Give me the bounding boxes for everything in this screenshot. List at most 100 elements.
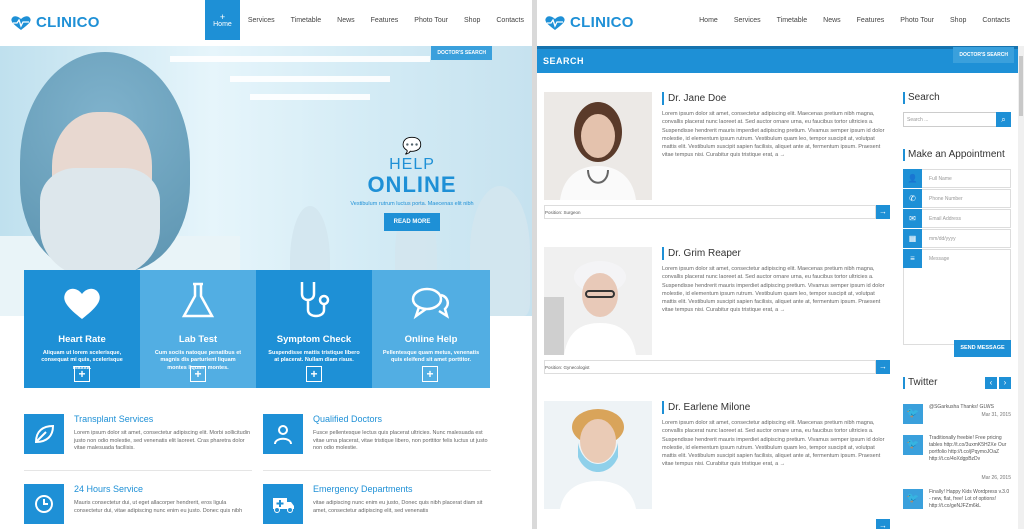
nav-contacts[interactable]: Contacts xyxy=(488,0,532,40)
nav-shop[interactable]: Shop xyxy=(456,0,488,40)
arrow-right-icon[interactable]: → xyxy=(876,519,890,529)
twitter-bird-icon: 🐦 xyxy=(903,435,923,455)
nav-contacts[interactable]: Contacts xyxy=(974,0,1018,40)
search-icon[interactable]: ⌕ xyxy=(996,112,1011,127)
chevron-left-icon[interactable]: ‹ xyxy=(985,377,997,389)
scrollbar[interactable] xyxy=(1018,46,1024,529)
doctor-position: Position: Gynecologist xyxy=(544,360,876,374)
logo[interactable]: CLINICO xyxy=(10,14,100,31)
doctors-search-tab[interactable]: DOCTOR'S SEARCH xyxy=(953,47,1014,63)
feature-heart-rate[interactable]: Heart Rate Aliquam ut lorem scelerisque,… xyxy=(24,270,140,388)
nav-home[interactable]: Home xyxy=(691,0,726,40)
tweet: 🐦 Finally! Happy Kids Wordpress v.3.0 - … xyxy=(903,489,1011,529)
read-more-button[interactable]: READ MORE xyxy=(383,213,441,231)
twitter-widget: Twitter ‹ › 🐦 @SGarkusha Thanks! GLWS Mar… xyxy=(903,377,1011,529)
nav-news[interactable]: News xyxy=(815,0,849,40)
nav-timetable[interactable]: Timetable xyxy=(769,0,815,40)
chat-bubble-icon: 💬 xyxy=(402,138,422,155)
appointment-widget: Make an Appointment 👤 Full Name ✆ Phone Nu… xyxy=(903,149,1011,357)
plus-icon[interactable]: + xyxy=(74,366,90,382)
page-title: SEARCH xyxy=(543,56,585,66)
doctor-photo[interactable] xyxy=(544,247,652,355)
header: CLINICO Home Services Timetable News Fea… xyxy=(537,0,1024,46)
send-message-button[interactable]: SEND MESSAGE xyxy=(954,340,1011,357)
phone-icon: ✆ xyxy=(903,189,922,208)
twitter-bird-icon: 🐦 xyxy=(903,489,923,509)
nav-news[interactable]: News xyxy=(329,0,363,40)
arrow-right-icon[interactable]: → xyxy=(876,205,890,219)
search-input[interactable]: Search ... ⌕ xyxy=(903,112,1011,127)
mail-icon: ✉ xyxy=(903,209,922,228)
nav-features[interactable]: Features xyxy=(363,0,407,40)
doctor-bio: Lorem ipsum dolor sit amet, consectetur … xyxy=(662,266,885,314)
main-nav: Home Services Timetable News Features Ph… xyxy=(691,0,1018,40)
main-nav: + Home Services Timetable News Features P… xyxy=(205,0,532,40)
page-title-bar: SEARCH DOCTOR'S SEARCH xyxy=(537,46,1024,73)
stethoscope-icon xyxy=(256,276,372,320)
plus-icon[interactable]: + xyxy=(422,366,438,382)
widget-title: Search xyxy=(903,92,1011,104)
feature-lab-test[interactable]: Lab Test Cum sociis natoque penatibus et… xyxy=(140,270,256,388)
widget-title: Make an Appointment xyxy=(903,149,1011,161)
service-title[interactable]: Qualified Doctors xyxy=(313,414,382,424)
service-desc: Fusce pellentesque lectus quis placerat … xyxy=(313,430,488,452)
header: CLINICO + Home Services Timetable News Fe… xyxy=(0,0,532,46)
feature-online-help[interactable]: Online Help Pellentesque quam metus, ven… xyxy=(372,270,490,388)
leaf-icon xyxy=(24,414,64,454)
plus-icon[interactable]: + xyxy=(190,366,206,382)
heart-icon xyxy=(24,276,140,320)
nav-photo-tour[interactable]: Photo Tour xyxy=(406,0,456,40)
service-title[interactable]: 24 Hours Service xyxy=(74,484,143,494)
nav-services[interactable]: Services xyxy=(726,0,769,40)
ambulance-icon xyxy=(263,484,303,524)
doctor-card: Dr. Earlene Milone Lorem ipsum dolor sit… xyxy=(544,401,890,529)
doctors-search-tab[interactable]: DOCTOR'S SEARCH xyxy=(431,46,492,60)
twitter-bird-icon: 🐦 xyxy=(903,404,923,424)
service-desc: Lorem ipsum dolor sit amet, consectetur … xyxy=(74,430,251,452)
service-qualified-doctors: Qualified Doctors Fusce pellentesque lec… xyxy=(263,414,493,474)
email-field[interactable]: ✉ Email Address xyxy=(903,209,1011,228)
doctor-bio: Lorem ipsum dolor sit amet, consectetur … xyxy=(662,420,885,468)
chevron-right-icon[interactable]: › xyxy=(999,377,1011,389)
plus-icon: + xyxy=(219,11,226,22)
heart-pulse-logo-icon xyxy=(545,15,565,30)
service-title[interactable]: Emergency Departments xyxy=(313,484,413,494)
service-title[interactable]: Transplant Services xyxy=(74,414,153,424)
calendar-icon: ▦ xyxy=(903,229,922,248)
nav-home[interactable]: + Home xyxy=(205,0,240,40)
heart-pulse-logo-icon xyxy=(11,15,31,30)
doctor-photo[interactable] xyxy=(544,92,652,200)
plus-icon[interactable]: + xyxy=(306,366,322,382)
logo[interactable]: CLINICO xyxy=(544,14,634,31)
logo-text: CLINICO xyxy=(36,14,100,31)
date-field[interactable]: ▦ mm/dd/yyyy xyxy=(903,229,1011,248)
right-screenshot: CLINICO Home Services Timetable News Fea… xyxy=(537,0,1024,529)
full-name-field[interactable]: 👤 Full Name xyxy=(903,169,1011,188)
tweet: 🐦 Traditionally freebie! Free pricing ta… xyxy=(903,435,1011,483)
doctor-photo[interactable] xyxy=(544,401,652,509)
flask-icon xyxy=(140,276,256,320)
phone-field[interactable]: ✆ Phone Number xyxy=(903,189,1011,208)
logo-text: CLINICO xyxy=(570,14,634,31)
nav-features[interactable]: Features xyxy=(849,0,893,40)
doctor-name[interactable]: Dr. Earlene Milone xyxy=(662,401,750,414)
doctor-bio: Lorem ipsum dolor sit amet, consectetur … xyxy=(662,111,885,159)
hero-title-2: ONLINE xyxy=(367,172,457,197)
service-transplant: Transplant Services Lorem ipsum dolor si… xyxy=(24,414,254,474)
nav-services[interactable]: Services xyxy=(240,0,283,40)
nav-shop[interactable]: Shop xyxy=(942,0,974,40)
doctor-icon xyxy=(263,414,303,454)
search-widget: Search Search ... ⌕ xyxy=(903,92,1011,127)
nav-timetable[interactable]: Timetable xyxy=(283,0,329,40)
message-field[interactable]: ≡ Message xyxy=(903,249,1011,345)
nav-photo-tour[interactable]: Photo Tour xyxy=(892,0,942,40)
doctor-name[interactable]: Dr. Jane Doe xyxy=(662,92,726,105)
arrow-right-icon[interactable]: → xyxy=(876,360,890,374)
feature-symptom-check[interactable]: Symptom Check Suspendisse mattis tristiq… xyxy=(256,270,372,388)
user-icon: 👤 xyxy=(903,169,922,188)
chat-icon xyxy=(372,276,490,320)
service-desc: Mauris consectetur dui, ut eget allacorp… xyxy=(74,500,243,514)
doctor-name[interactable]: Dr. Grim Reaper xyxy=(662,247,741,260)
help-online-banner: 💬 HELP ONLINE Vestibulum rutrum luctus p… xyxy=(342,136,482,231)
left-screenshot: CLINICO + Home Services Timetable News Fe… xyxy=(0,0,532,529)
